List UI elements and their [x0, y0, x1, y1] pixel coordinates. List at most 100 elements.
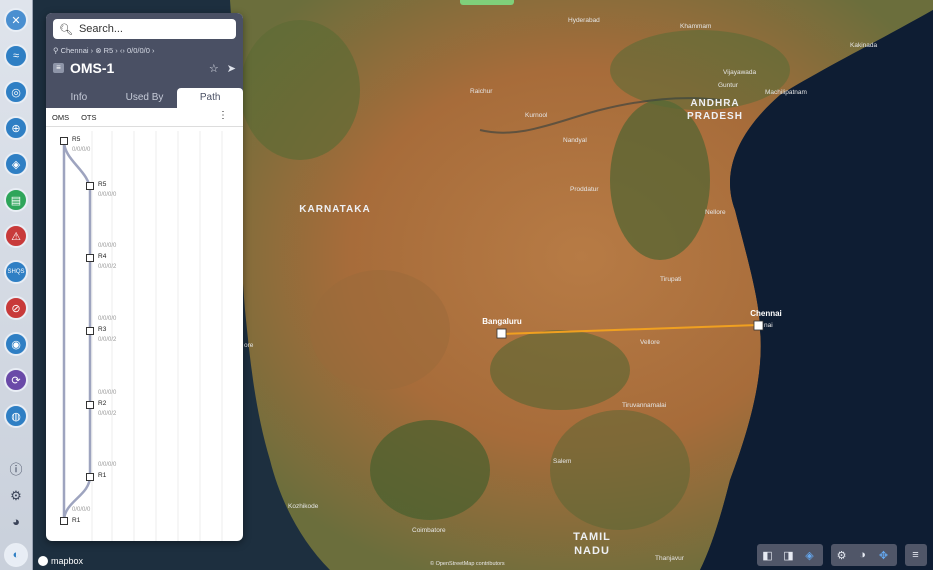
city-label-chennai: Chennai: [750, 309, 782, 318]
port-icon: ‹›: [119, 46, 125, 55]
place-label: ore: [244, 342, 254, 349]
place-label: Vellore: [640, 339, 660, 346]
layers-icon[interactable]: ◨: [778, 549, 799, 562]
node-marker[interactable]: [86, 327, 94, 335]
compass-icon[interactable]: ◎: [4, 80, 28, 104]
alarm-icon[interactable]: ⚠: [4, 224, 28, 248]
place-label: Guntur: [718, 82, 739, 89]
chennai-marker: [753, 320, 764, 331]
sync-icon[interactable]: ⟳: [4, 368, 28, 392]
search-icon: 🔍︎: [59, 23, 73, 36]
node-label: R1: [72, 517, 81, 524]
layer-controls: ◧ ◨ ◈: [757, 544, 823, 566]
node-marker[interactable]: [86, 473, 94, 481]
view-controls: ⚙ ◑ ✥: [831, 544, 897, 566]
menu-control: ≡: [905, 544, 927, 566]
tab-info[interactable]: Info: [46, 88, 112, 108]
port-label: 0/0/0/2: [98, 264, 117, 270]
breadcrumb-location[interactable]: Chennai: [61, 46, 89, 55]
shqs-icon[interactable]: SHQS: [4, 260, 28, 284]
top-handle[interactable]: [460, 0, 514, 5]
cursor-icon[interactable]: ✥: [873, 549, 894, 562]
star-icon[interactable]: ☆: [209, 62, 219, 75]
info-icon[interactable]: ⓘ: [9, 463, 23, 477]
path-lines: [62, 131, 223, 541]
place-label: Vijayawada: [723, 69, 757, 76]
map-attribution[interactable]: © OpenStreetMap contributors: [430, 561, 505, 567]
gear-icon[interactable]: ⚙: [9, 489, 23, 503]
node-label: R3: [98, 326, 107, 333]
port-label: 0/0/0/0: [98, 192, 117, 198]
tab-used-by[interactable]: Used By: [112, 88, 178, 108]
port-label: 0/0/0/0: [72, 507, 91, 513]
equipment-icon: ≡: [53, 63, 64, 73]
mapbox-logo: mapbox: [38, 556, 83, 566]
port-label: 0/0/0/0: [98, 243, 117, 249]
subtab-oms[interactable]: OMS: [52, 113, 69, 122]
menu-icon[interactable]: ≡: [905, 549, 926, 561]
place-label: Hyderabad: [568, 17, 600, 24]
location-pin-icon: ⚲: [53, 46, 59, 55]
layers-icon[interactable]: ◈: [799, 549, 820, 562]
mapbox-icon: [38, 556, 48, 566]
settings-circle-icon[interactable]: ◍: [4, 404, 28, 428]
breadcrumb-port[interactable]: 0/0/0/0: [127, 46, 150, 55]
document-icon[interactable]: ▤: [4, 188, 28, 212]
node-label: R2: [98, 400, 107, 407]
globe-icon[interactable]: ⊕: [4, 116, 28, 140]
node-label: R4: [98, 253, 107, 260]
subtab-ots[interactable]: OTS: [81, 113, 96, 122]
port-label: 0/0/0/0: [72, 147, 91, 153]
panel-tabs: Info Used By Path: [46, 86, 243, 108]
layers-icon[interactable]: ◈: [4, 152, 28, 176]
place-label: Nandyal: [563, 137, 587, 144]
user-icon[interactable]: ◕: [9, 515, 23, 529]
tab-path[interactable]: Path: [177, 88, 243, 108]
port-label: 0/0/0/2: [98, 337, 117, 343]
locate-icon[interactable]: ➤: [227, 62, 236, 75]
path-diagram: R5 0/0/0/0 R5 0/0/0/0 0/0/0/0 R4 0/0/0/2…: [46, 131, 243, 541]
device-icon: ⊗: [95, 46, 102, 55]
mapbox-text: mapbox: [51, 556, 84, 566]
node-marker[interactable]: [86, 401, 94, 409]
network-icon[interactable]: ≈: [4, 44, 28, 68]
place-label: Thanjavur: [655, 555, 685, 562]
region-label: ANDHRA: [690, 98, 739, 109]
place-label: Raichur: [470, 88, 493, 95]
node-marker[interactable]: [86, 254, 94, 262]
search-input[interactable]: Search...: [79, 23, 123, 35]
place-label: Tiruvannamalai: [622, 402, 666, 409]
port-label: 0/0/0/2: [98, 411, 117, 417]
place-label: Kurnool: [525, 112, 548, 119]
layers-icon[interactable]: ◧: [757, 549, 778, 562]
details-panel: 🔍︎ Search... ⚲ Chennai › ⊗ R5 › ‹› 0/0/0…: [46, 13, 243, 541]
place-label: Coimbatore: [412, 527, 446, 534]
region-label: NADU: [574, 545, 610, 557]
place-label: Kozhikode: [288, 503, 319, 510]
settings-icon[interactable]: ⚙: [831, 549, 852, 562]
logo-icon[interactable]: ✕: [4, 8, 28, 32]
place-label: Machilipatnam: [765, 89, 807, 96]
region-label: TAMIL: [573, 531, 611, 543]
place-label: Proddatur: [570, 186, 599, 193]
panel-title: OMS-1: [70, 60, 115, 76]
region-label: KARNATAKA: [299, 204, 370, 215]
panel-header: 🔍︎ Search... ⚲ Chennai › ⊗ R5 › ‹› 0/0/0…: [46, 13, 243, 86]
target-icon[interactable]: ◉: [4, 332, 28, 356]
search-box[interactable]: 🔍︎ Search...: [53, 19, 236, 39]
node-marker[interactable]: [60, 517, 68, 525]
node-label: R5: [98, 181, 107, 188]
more-icon[interactable]: ⋮: [218, 110, 228, 121]
place-label: Salem: [553, 458, 571, 465]
left-toolbar: ✕ ≈ ◎ ⊕ ◈ ▤ ⚠ SHQS ⊘ ◉ ⟳ ◍ ⓘ ⚙ ◕ ◐: [0, 0, 33, 570]
node-marker[interactable]: [86, 182, 94, 190]
breadcrumb-device[interactable]: R5: [104, 46, 114, 55]
no-entry-icon[interactable]: ⊘: [4, 296, 28, 320]
node-label: R5: [72, 136, 81, 143]
status-icon[interactable]: ◐: [4, 543, 28, 567]
contrast-icon[interactable]: ◑: [852, 549, 873, 561]
port-label: 0/0/0/0: [98, 390, 117, 396]
bangaluru-marker: [496, 328, 507, 339]
region-label: PRADESH: [687, 111, 743, 122]
node-marker[interactable]: [60, 137, 68, 145]
